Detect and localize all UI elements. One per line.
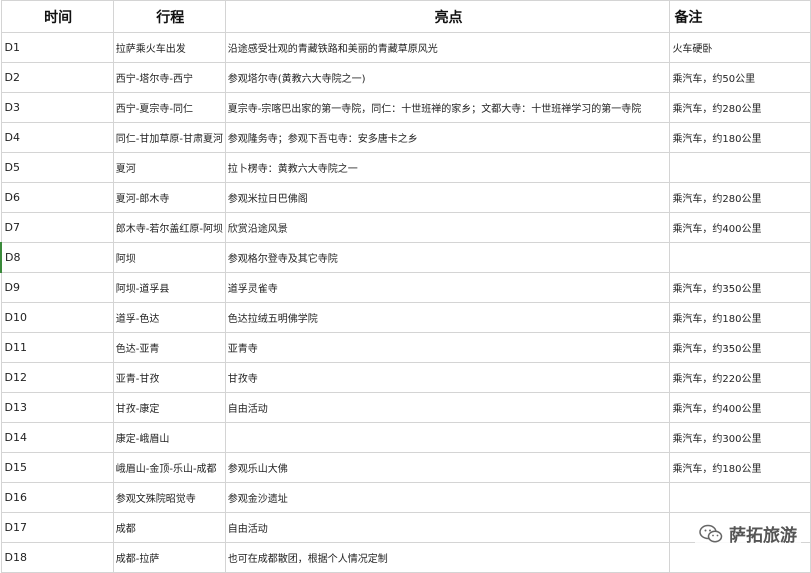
day-cell: D6 bbox=[0, 182, 114, 213]
header-route: 行程 bbox=[112, 0, 226, 33]
note-cell: 乘汽车，约300公里 bbox=[669, 422, 811, 453]
route-cell: 亚青-甘孜 bbox=[112, 362, 226, 393]
highlight-cell: 欣赏沿途风景 bbox=[224, 212, 671, 243]
highlight-cell: 沿途感受壮观的青藏铁路和美丽的青藏草原风光 bbox=[224, 32, 671, 63]
note-cell: 乘汽车，约220公里 bbox=[669, 362, 811, 393]
highlight-cell: 参观乐山大佛 bbox=[224, 452, 671, 483]
watermark: 萨拓旅游 bbox=[695, 519, 801, 548]
route-cell: 成都 bbox=[112, 512, 226, 543]
header-notes: 备注 bbox=[669, 0, 811, 33]
table-row: D5 夏河 拉卜楞寺：黄教六大寺院之一 bbox=[0, 152, 811, 183]
note-cell: 乘汽车，约350公里 bbox=[669, 272, 811, 303]
highlight-cell: 色达拉绒五明佛学院 bbox=[224, 302, 671, 333]
watermark-text: 萨拓旅游 bbox=[729, 526, 797, 546]
note-cell: 乘汽车，约180公里 bbox=[669, 122, 811, 153]
day-cell: D13 bbox=[0, 392, 114, 423]
note-cell: 乘汽车，约180公里 bbox=[669, 452, 811, 483]
route-cell: 阿坝-道孚县 bbox=[112, 272, 226, 303]
route-cell: 同仁-甘加草原-甘肃夏河 bbox=[112, 122, 226, 153]
header-row: 时间 行程 亮点 备注 bbox=[0, 0, 811, 33]
route-cell: 成都-拉萨 bbox=[112, 542, 226, 573]
note-cell: 火车硬卧 bbox=[669, 32, 811, 63]
table-row: D1 拉萨乘火车出发 沿途感受壮观的青藏铁路和美丽的青藏草原风光 火车硬卧 bbox=[0, 32, 811, 63]
itinerary-table: 时间 行程 亮点 备注 D1 拉萨乘火车出发 沿途感受壮观的青藏铁路和美丽的青藏草原… bbox=[0, 0, 811, 573]
route-cell: 拉萨乘火车出发 bbox=[112, 32, 226, 63]
route-cell: 色达-亚青 bbox=[112, 332, 226, 363]
note-cell bbox=[669, 242, 811, 273]
note-cell: 乘汽车，约50公里 bbox=[669, 62, 811, 93]
day-cell: D4 bbox=[0, 122, 114, 153]
highlight-cell: 拉卜楞寺：黄教六大寺院之一 bbox=[224, 152, 671, 183]
table-row: D12 亚青-甘孜 甘孜寺 乘汽车，约220公里 bbox=[0, 362, 811, 393]
table-row: D17 成都 自由活动 bbox=[0, 512, 811, 543]
day-cell: D11 bbox=[0, 332, 114, 363]
route-cell: 夏河 bbox=[112, 152, 226, 183]
highlight-cell: 参观米拉日巴佛阁 bbox=[224, 182, 671, 213]
table-body: D1 拉萨乘火车出发 沿途感受壮观的青藏铁路和美丽的青藏草原风光 火车硬卧 D2 西宁-塔… bbox=[0, 32, 811, 573]
table-row: D13 甘孜-康定 自由活动 乘汽车，约400公里 bbox=[0, 392, 811, 423]
route-cell: 西宁-塔尔寺-西宁 bbox=[112, 62, 226, 93]
table-row: D16 参观文殊院昭觉寺 参观金沙遗址 bbox=[0, 482, 811, 513]
highlight-cell bbox=[224, 422, 671, 453]
note-cell: 乘汽车，约280公里 bbox=[669, 92, 811, 123]
note-cell bbox=[669, 152, 811, 183]
table-row: D9 阿坝-道孚县 道孚灵雀寺 乘汽车，约350公里 bbox=[0, 272, 811, 303]
highlight-cell: 也可在成都散团，根据个人情况定制 bbox=[224, 542, 671, 573]
table-row: D2 西宁-塔尔寺-西宁 参观塔尔寺(黄教六大寺院之一) 乘汽车，约50公里 bbox=[0, 62, 811, 93]
route-cell: 道孚-色达 bbox=[112, 302, 226, 333]
note-cell: 乘汽车，约180公里 bbox=[669, 302, 811, 333]
route-cell: 康定-峨眉山 bbox=[112, 422, 226, 453]
day-cell: D18 bbox=[0, 542, 114, 573]
route-cell: 甘孜-康定 bbox=[112, 392, 226, 423]
day-cell: D17 bbox=[0, 512, 114, 543]
highlight-cell: 参观金沙遗址 bbox=[224, 482, 671, 513]
day-cell: D9 bbox=[0, 272, 114, 303]
table-row: D7 郎木寺-若尔盖红原-阿坝 欣赏沿途风景 乘汽车，约400公里 bbox=[0, 212, 811, 243]
route-cell: 夏河-郎木寺 bbox=[112, 182, 226, 213]
header-highlights: 亮点 bbox=[224, 0, 671, 33]
table-row: D4 同仁-甘加草原-甘肃夏河 参观隆务寺；参观下吾屯寺：安多唐卡之乡 乘汽车，约18… bbox=[0, 122, 811, 153]
day-cell: D7 bbox=[0, 212, 114, 243]
highlight-cell: 自由活动 bbox=[224, 512, 671, 543]
highlight-cell: 道孚灵雀寺 bbox=[224, 272, 671, 303]
day-cell: D5 bbox=[0, 152, 114, 183]
header-time: 时间 bbox=[0, 0, 114, 33]
highlight-cell: 参观隆务寺；参观下吾屯寺：安多唐卡之乡 bbox=[224, 122, 671, 153]
day-cell: D1 bbox=[0, 32, 114, 63]
table-row: D8 阿坝 参观格尔登寺及其它寺院 bbox=[0, 242, 811, 273]
table-row: D3 西宁-夏宗寺-同仁 夏宗寺-宗喀巴出家的第一寺院，同仁：十世班禅的家乡；文都大… bbox=[0, 92, 811, 123]
day-cell: D10 bbox=[0, 302, 114, 333]
day-cell: D15 bbox=[0, 452, 114, 483]
highlight-cell: 夏宗寺-宗喀巴出家的第一寺院，同仁：十世班禅的家乡；文都大寺：十世班禅学习的第一… bbox=[224, 92, 671, 123]
table-row: D10 道孚-色达 色达拉绒五明佛学院 乘汽车，约180公里 bbox=[0, 302, 811, 333]
day-cell: D8 bbox=[0, 242, 114, 273]
note-cell bbox=[669, 482, 811, 513]
highlight-cell: 参观格尔登寺及其它寺院 bbox=[224, 242, 671, 273]
wechat-icon bbox=[699, 524, 723, 542]
table-row: D15 峨眉山-金顶-乐山-成都 参观乐山大佛 乘汽车，约180公里 bbox=[0, 452, 811, 483]
highlight-cell: 自由活动 bbox=[224, 392, 671, 423]
table-row: D18 成都-拉萨 也可在成都散团，根据个人情况定制 bbox=[0, 542, 811, 573]
day-cell: D12 bbox=[0, 362, 114, 393]
day-cell: D2 bbox=[0, 62, 114, 93]
day-cell: D14 bbox=[0, 422, 114, 453]
route-cell: 峨眉山-金顶-乐山-成都 bbox=[112, 452, 226, 483]
table-row: D11 色达-亚青 亚青寺 乘汽车，约350公里 bbox=[0, 332, 811, 363]
route-cell: 参观文殊院昭觉寺 bbox=[112, 482, 226, 513]
route-cell: 西宁-夏宗寺-同仁 bbox=[112, 92, 226, 123]
note-cell: 乘汽车，约350公里 bbox=[669, 332, 811, 363]
highlight-cell: 参观塔尔寺(黄教六大寺院之一) bbox=[224, 62, 671, 93]
note-cell: 乘汽车，约400公里 bbox=[669, 212, 811, 243]
table-row: D6 夏河-郎木寺 参观米拉日巴佛阁 乘汽车，约280公里 bbox=[0, 182, 811, 213]
day-cell: D16 bbox=[0, 482, 114, 513]
note-cell: 乘汽车，约400公里 bbox=[669, 392, 811, 423]
highlight-cell: 亚青寺 bbox=[224, 332, 671, 363]
day-cell: D3 bbox=[0, 92, 114, 123]
route-cell: 阿坝 bbox=[112, 242, 226, 273]
highlight-cell: 甘孜寺 bbox=[224, 362, 671, 393]
route-cell: 郎木寺-若尔盖红原-阿坝 bbox=[112, 212, 226, 243]
table-row: D14 康定-峨眉山 乘汽车，约300公里 bbox=[0, 422, 811, 453]
note-cell: 乘汽车，约280公里 bbox=[669, 182, 811, 213]
